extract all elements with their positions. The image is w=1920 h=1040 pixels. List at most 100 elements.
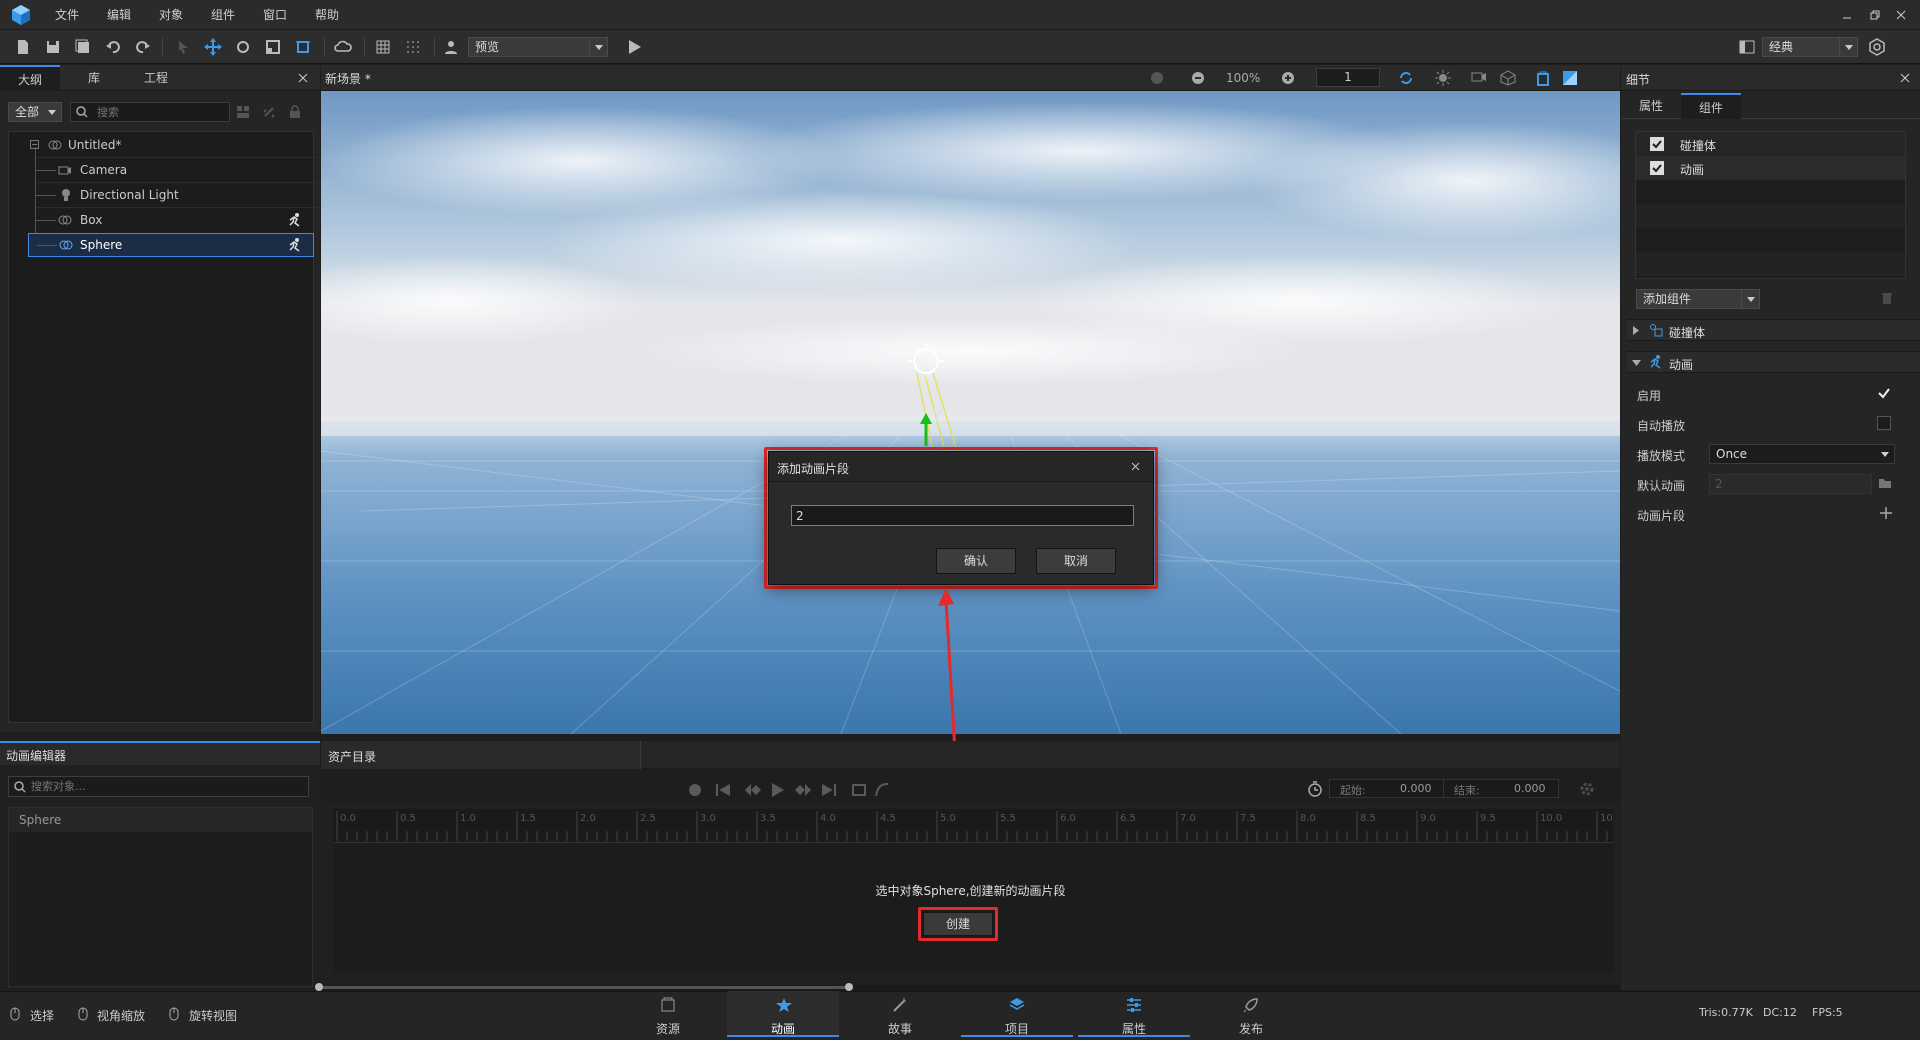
cloud-icon[interactable] <box>332 36 354 58</box>
select-mode-icon[interactable] <box>10 1007 20 1021</box>
start-time-field[interactable]: 起始: 0.000 <box>1329 779 1445 798</box>
bottom-tab-properties[interactable]: 属性 <box>1078 991 1190 1037</box>
skip-end-icon[interactable] <box>821 782 837 798</box>
checkbox-checked-icon[interactable] <box>1650 137 1664 151</box>
clip-name-input[interactable] <box>791 505 1134 526</box>
link-icon[interactable] <box>262 105 276 119</box>
menu-help[interactable]: 帮助 <box>315 6 339 23</box>
next-key-icon[interactable] <box>793 782 813 798</box>
restore-icon[interactable] <box>1868 8 1882 22</box>
filter-dropdown[interactable]: 全部 <box>8 102 62 122</box>
curve-icon[interactable] <box>874 782 890 798</box>
save-icon[interactable] <box>42 36 64 58</box>
bottom-tab-assets[interactable]: 资源 <box>612 991 724 1037</box>
skip-start-icon[interactable] <box>715 782 731 798</box>
bottom-tab-animation[interactable]: 动画 <box>727 991 839 1037</box>
gear-icon[interactable] <box>1579 781 1595 797</box>
anim-object-row[interactable]: Sphere <box>9 808 312 832</box>
snap-grid-icon[interactable] <box>402 36 424 58</box>
undo-icon[interactable] <box>102 36 124 58</box>
tree-item-sphere[interactable]: Sphere <box>28 233 314 257</box>
rotate-tool-icon[interactable] <box>232 36 254 58</box>
tab-outline[interactable]: 大纲 <box>0 65 60 91</box>
play-icon[interactable] <box>624 36 646 58</box>
menu-object[interactable]: 对象 <box>159 6 183 23</box>
bottom-tab-publish[interactable]: 发布 <box>1195 991 1307 1037</box>
select-tool-icon[interactable] <box>172 36 194 58</box>
gizmo-icon[interactable] <box>1150 71 1164 85</box>
minimize-icon[interactable] <box>1840 8 1854 22</box>
rotate-mode-icon[interactable] <box>169 1007 179 1021</box>
prev-key-icon[interactable] <box>743 782 763 798</box>
tree-item-box[interactable]: Box <box>28 208 313 232</box>
playmode-dropdown[interactable]: Once <box>1709 444 1895 464</box>
folder-icon[interactable] <box>1879 478 1891 488</box>
scroll-handle-right[interactable] <box>845 983 853 991</box>
menu-edit[interactable]: 编辑 <box>107 6 131 23</box>
move-tool-icon[interactable] <box>202 36 224 58</box>
tab-components[interactable]: 组件 <box>1681 93 1741 119</box>
collapse-icon[interactable] <box>236 105 250 119</box>
layout-icon[interactable] <box>1736 36 1758 58</box>
section-collider[interactable]: 碰撞体 <box>1627 319 1920 341</box>
record-icon[interactable] <box>688 783 702 797</box>
confirm-button[interactable]: 确认 <box>936 548 1016 574</box>
section-animation[interactable]: 动画 <box>1627 351 1920 373</box>
enable-checkbox[interactable] <box>1877 386 1891 400</box>
tool-select-label[interactable]: 选择 <box>30 1007 54 1024</box>
scene-viewport[interactable]: Y <box>321 91 1620 734</box>
scroll-handle-left[interactable] <box>315 983 323 991</box>
tab-asset-dir[interactable]: 资产目录 <box>321 741 641 769</box>
cube-icon[interactable] <box>1500 70 1516 86</box>
tree-item-directional-light[interactable]: Directional Light <box>28 183 313 207</box>
menu-file[interactable]: 文件 <box>55 6 79 23</box>
grid-icon[interactable] <box>372 36 394 58</box>
layout-dropdown[interactable]: 经典 <box>1762 37 1858 57</box>
zoom-out-icon[interactable] <box>1191 71 1205 85</box>
lighting-icon[interactable] <box>1562 70 1578 86</box>
close-panel-icon[interactable] <box>1900 73 1910 83</box>
timeline-ruler[interactable]: 0.0 0.5 1.0 1.5 2.0 2.5 3.0 3.5 4.0 4.5 5.0 5.5 6.0 6… <box>333 809 1613 843</box>
camera-icon[interactable] <box>1471 71 1487 83</box>
create-clip-button[interactable]: 创建 <box>923 912 993 936</box>
bottom-tab-story[interactable]: 故事 <box>844 991 956 1037</box>
outline-search[interactable] <box>70 102 230 122</box>
sun-icon[interactable] <box>1435 70 1451 86</box>
close-panel-icon[interactable] <box>298 73 308 83</box>
collapse-toggle-icon[interactable]: − <box>30 140 39 149</box>
new-file-icon[interactable] <box>12 36 34 58</box>
scale-tool-icon[interactable] <box>262 36 284 58</box>
add-clip-plus-icon[interactable] <box>1879 506 1893 520</box>
tool-rotate-label[interactable]: 旋转视图 <box>189 1007 237 1024</box>
frame-field[interactable]: 1 <box>1316 68 1380 87</box>
scene-tab[interactable]: 新场景 * <box>325 70 371 87</box>
close-window-icon[interactable] <box>1894 8 1908 22</box>
zoom-mode-icon[interactable] <box>78 1007 88 1021</box>
rect-tool-icon[interactable] <box>292 36 314 58</box>
sync-icon[interactable] <box>1398 71 1414 85</box>
play-icon[interactable] <box>771 782 785 798</box>
redo-icon[interactable] <box>132 36 154 58</box>
timer-icon[interactable] <box>1307 781 1323 797</box>
end-time-field[interactable]: 结束: 0.000 <box>1443 779 1559 798</box>
cancel-button[interactable]: 取消 <box>1036 548 1116 574</box>
tree-item-untitled[interactable]: − Untitled* <box>28 133 313 157</box>
scrollbar-thumb[interactable] <box>318 986 849 989</box>
menu-component[interactable]: 组件 <box>211 6 235 23</box>
preview-dropdown[interactable]: 预览 <box>468 37 608 57</box>
tab-library[interactable]: 库 <box>64 65 124 91</box>
outline-search-input[interactable] <box>97 104 217 120</box>
add-component-dropdown[interactable]: 添加组件 <box>1636 289 1760 309</box>
close-icon[interactable] <box>1131 462 1140 471</box>
component-row[interactable] <box>1636 132 1905 156</box>
lock-icon[interactable] <box>288 105 302 119</box>
zoom-in-icon[interactable] <box>1281 71 1295 85</box>
trash-icon[interactable] <box>1881 291 1893 305</box>
settings-hex-icon[interactable] <box>1866 36 1888 58</box>
loop-icon[interactable] <box>851 782 867 798</box>
perspective-icon[interactable] <box>1536 70 1550 86</box>
component-row[interactable] <box>1636 156 1905 180</box>
anim-object-search[interactable] <box>8 776 309 797</box>
tool-zoom-label[interactable]: 视角缩放 <box>97 1007 145 1024</box>
checkbox-checked-icon[interactable] <box>1650 161 1664 175</box>
